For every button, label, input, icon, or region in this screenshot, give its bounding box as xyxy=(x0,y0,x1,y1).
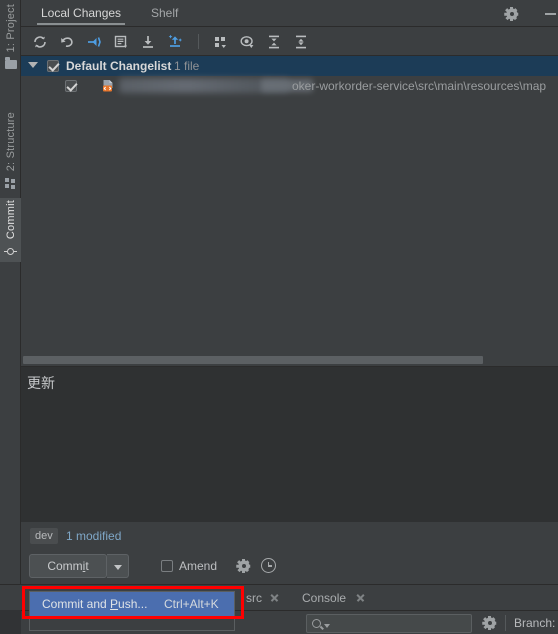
console-settings-gear-icon[interactable] xyxy=(482,615,497,630)
folder-icon xyxy=(4,56,18,71)
collapse-all-icon[interactable] xyxy=(292,33,310,51)
search-input[interactable] xyxy=(306,614,472,633)
commit-button-label: Commit xyxy=(47,559,89,573)
menu-item-commit-and-push[interactable]: Commit and Push... Ctrl+Alt+K xyxy=(30,592,234,616)
search-icon xyxy=(312,619,321,628)
sidebar-item-commit-label: Commit xyxy=(4,200,17,240)
branch-label: Branch: xyxy=(514,616,556,630)
tab-local-changes[interactable]: Local Changes xyxy=(33,0,129,27)
commit-arrow-icon[interactable] xyxy=(166,33,184,51)
commit-settings-gear-icon[interactable] xyxy=(236,558,251,573)
download-icon[interactable] xyxy=(139,33,157,51)
commit-button[interactable]: Commit xyxy=(29,554,107,578)
bottom-tab-console[interactable]: Console xyxy=(302,589,346,607)
sidebar-item-structure[interactable]: 2: Structure xyxy=(0,110,21,194)
branch-badge: dev xyxy=(30,528,58,544)
close-icon[interactable] xyxy=(270,593,279,602)
chevron-down-icon[interactable] xyxy=(324,624,330,628)
eye-icon[interactable] xyxy=(238,33,256,51)
commit-message-input[interactable]: 更新 xyxy=(21,366,558,522)
changelist-checkbox[interactable] xyxy=(47,60,59,72)
changes-tree[interactable]: Default Changelist 1 file oker-workorder… xyxy=(21,56,558,353)
modified-count-label[interactable]: 1 modified xyxy=(66,528,121,544)
toolbar-separator xyxy=(198,34,199,49)
sidebar-item-project-label: 1: Project xyxy=(4,4,17,53)
sidebar-item-commit[interactable]: Commit xyxy=(0,198,21,263)
file-row[interactable]: oker-workorder-service\src\main\resource… xyxy=(21,76,558,96)
bottom-left-stub xyxy=(0,610,21,634)
tab-shelf[interactable]: Shelf xyxy=(143,0,186,27)
xml-file-icon xyxy=(101,79,115,93)
commit-history-clock-icon[interactable] xyxy=(261,558,276,573)
sidebar-item-project[interactable]: 1: Project xyxy=(0,2,21,75)
changelist-name: Default Changelist xyxy=(66,59,172,73)
file-checkbox[interactable] xyxy=(65,80,77,92)
amend-label[interactable]: Amend xyxy=(179,558,217,574)
close-icon[interactable] xyxy=(356,593,365,602)
settings-gear-icon[interactable] xyxy=(504,6,520,22)
rollback-icon[interactable] xyxy=(58,33,76,51)
bottom-tab-src[interactable]: src xyxy=(246,589,262,607)
bottom-bar-separator xyxy=(505,615,506,631)
diff-icon[interactable] xyxy=(112,33,130,51)
file-path: oker-workorder-service\src\main\resource… xyxy=(292,79,547,93)
menu-item-label: Commit and Push... xyxy=(42,597,148,611)
sidebar-item-structure-label: 2: Structure xyxy=(4,112,17,172)
minimize-icon[interactable] xyxy=(545,13,556,15)
commit-action-bar: Commit Amend xyxy=(21,552,558,584)
scrollbar-thumb[interactable] xyxy=(23,356,483,364)
tool-window-tabbar: Local Changes Shelf xyxy=(21,0,558,27)
amend-checkbox[interactable] xyxy=(161,560,173,572)
changes-toolbar xyxy=(21,27,558,56)
commit-status-row: dev 1 modified xyxy=(21,524,558,550)
shelve-icon[interactable] xyxy=(85,33,103,51)
commit-message-text: 更新 xyxy=(27,375,55,391)
chevron-down-icon[interactable] xyxy=(28,62,38,68)
refresh-icon[interactable] xyxy=(31,33,49,51)
commit-icon xyxy=(4,244,18,258)
changelist-file-count: 1 file xyxy=(174,59,200,73)
commit-dropdown-button[interactable] xyxy=(107,554,129,578)
group-by-icon[interactable] xyxy=(211,33,229,51)
commit-dropdown-menu[interactable]: Commit and Push... Ctrl+Alt+K xyxy=(29,591,235,631)
structure-icon xyxy=(4,176,18,190)
tree-horizontal-scrollbar[interactable] xyxy=(21,353,558,366)
menu-item-shortcut: Ctrl+Alt+K xyxy=(164,597,219,611)
tool-window-strip: 1: Project 2: Structure Commit xyxy=(0,0,21,634)
expand-all-icon[interactable] xyxy=(265,33,283,51)
changelist-row[interactable]: Default Changelist 1 file xyxy=(21,56,558,76)
